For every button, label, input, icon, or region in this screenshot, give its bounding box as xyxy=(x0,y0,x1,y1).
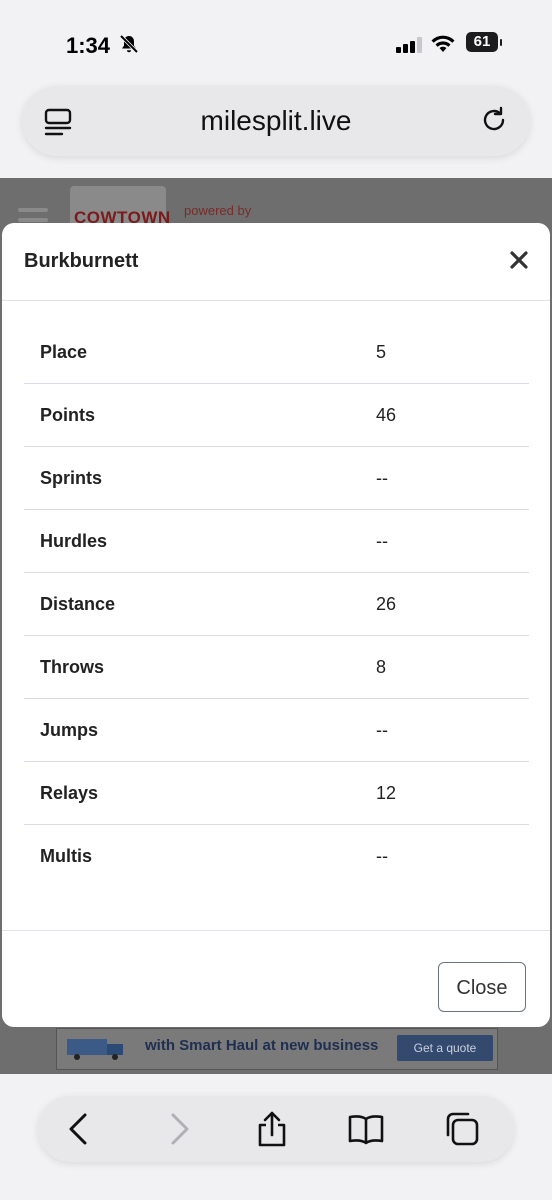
close-icon[interactable] xyxy=(508,249,530,271)
bookmarks-icon xyxy=(348,1115,384,1145)
battery-indicator: 61 xyxy=(466,32,502,52)
table-row: Points 46 xyxy=(24,384,529,447)
row-value: 5 xyxy=(376,342,387,362)
status-bar: 1:34 61 xyxy=(0,0,552,90)
status-time: 1:34 xyxy=(66,33,111,58)
table-row: Relays 12 xyxy=(24,762,529,825)
row-label: Hurdles xyxy=(40,531,108,551)
share-button[interactable] xyxy=(252,1109,292,1149)
bookmarks-button[interactable] xyxy=(346,1109,386,1149)
row-label: Points xyxy=(40,405,96,425)
table-row: Throws 8 xyxy=(24,636,529,699)
row-label: Distance xyxy=(40,594,116,614)
address-bar[interactable]: milesplit.live xyxy=(22,86,530,156)
tabs-button[interactable] xyxy=(442,1109,482,1149)
tabs-icon xyxy=(446,1112,479,1146)
forward-button[interactable] xyxy=(158,1109,198,1149)
row-label: Multis xyxy=(40,846,92,866)
modal-footer: Close xyxy=(2,931,550,1027)
share-icon xyxy=(258,1111,286,1147)
back-button[interactable] xyxy=(60,1109,100,1149)
row-label: Place xyxy=(40,342,88,362)
modal-header-divider xyxy=(2,300,550,301)
truck-icon xyxy=(67,1039,123,1060)
row-label: Relays xyxy=(40,783,99,803)
signal-icon xyxy=(396,37,422,53)
team-score-modal: Burkburnett Place 5 Points 46 Sprints --… xyxy=(2,223,550,1027)
row-value: -- xyxy=(376,468,388,488)
table-row: Place 5 xyxy=(24,321,529,384)
table-row: Sprints -- xyxy=(24,447,529,510)
row-value: -- xyxy=(376,720,388,740)
modal-title: Burkburnett xyxy=(24,250,139,272)
row-value: 26 xyxy=(376,594,397,614)
score-table: Place 5 Points 46 Sprints -- Hurdles -- … xyxy=(24,321,529,887)
back-icon xyxy=(69,1113,87,1145)
ad-text: with Smart Haul at new business xyxy=(145,1037,379,1054)
row-label: Jumps xyxy=(40,720,99,740)
silent-bell-icon xyxy=(119,34,139,54)
browser-toolbar xyxy=(38,1096,514,1162)
table-row: Hurdles -- xyxy=(24,510,529,573)
close-button[interactable]: Close xyxy=(438,962,526,1012)
row-value: 12 xyxy=(376,783,397,803)
url-text[interactable]: milesplit.live xyxy=(22,105,530,137)
powered-by-text: powered by xyxy=(184,203,252,218)
table-row: Multis -- xyxy=(24,825,529,887)
row-value: 8 xyxy=(376,657,387,677)
row-value: 46 xyxy=(376,405,397,425)
row-label: Throws xyxy=(40,657,105,677)
wifi-icon xyxy=(431,35,455,52)
table-row: Jumps -- xyxy=(24,699,529,762)
row-label: Sprints xyxy=(40,468,103,488)
row-value: -- xyxy=(376,531,388,551)
table-row: Distance 26 xyxy=(24,573,529,636)
reload-icon[interactable] xyxy=(478,104,510,136)
row-value: -- xyxy=(376,846,388,866)
ad-banner: with Smart Haul at new business Get a qu… xyxy=(56,1028,498,1070)
forward-icon xyxy=(171,1113,189,1145)
ad-quote-button: Get a quote xyxy=(397,1035,493,1061)
